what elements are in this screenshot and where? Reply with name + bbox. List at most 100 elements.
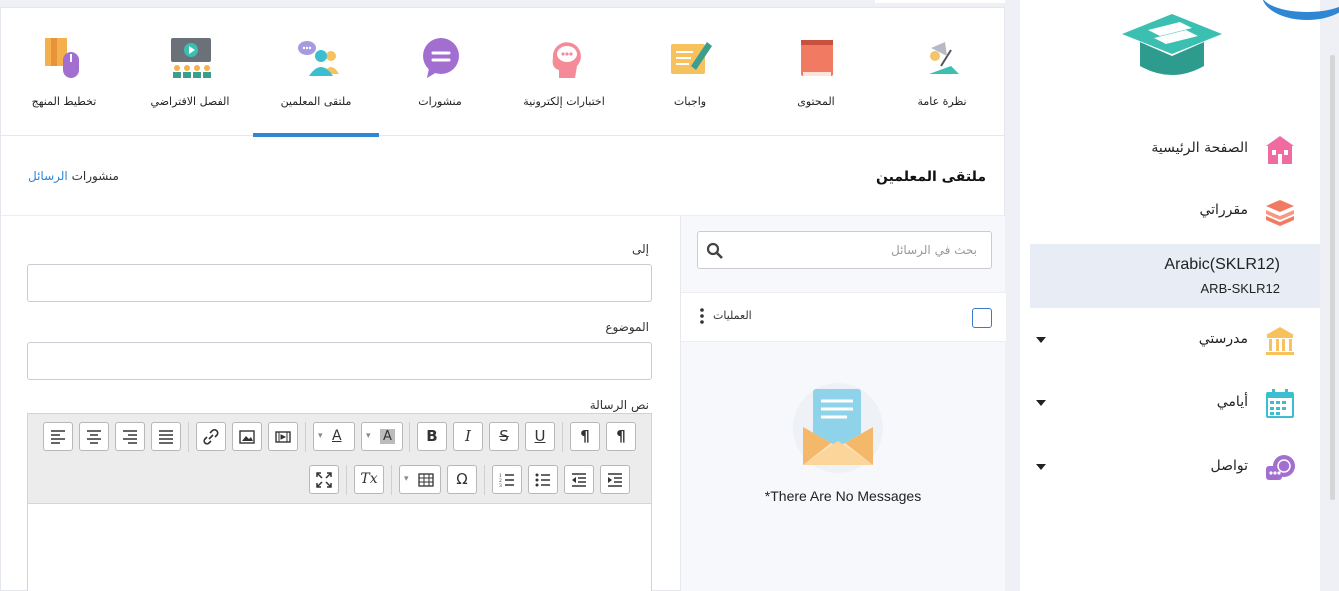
search-icon [706, 242, 723, 259]
tab-label: اختبارات إلكترونية [523, 95, 605, 108]
tab-e-tests[interactable]: اختبارات إلكترونية [501, 8, 627, 136]
chevron-down-icon [1036, 337, 1046, 343]
section-links: منشورات الرسائل [22, 169, 119, 183]
main-panel: نظرة عامة المحتوى واجبات اختبارات إلكترو… [0, 7, 1006, 591]
school-logo[interactable] [1118, 12, 1226, 82]
toolbar-separator [346, 465, 347, 495]
nav-my-school[interactable]: مدرستي [1020, 315, 1320, 365]
text-color-button[interactable]: ▾ A [313, 422, 355, 451]
home-school-icon [1266, 136, 1294, 164]
teachers-group-icon [298, 41, 339, 76]
underline-button[interactable]: U [525, 422, 555, 451]
messages-link[interactable]: الرسائل [28, 169, 68, 183]
more-vertical-icon[interactable] [699, 307, 705, 325]
strikethrough-button[interactable]: S [489, 422, 519, 451]
tab-virtual-class[interactable]: الفصل الافتراضي [127, 8, 253, 136]
fullscreen-button[interactable] [309, 465, 339, 494]
tab-label: المحتوى [797, 95, 835, 108]
editor-toolbar: ▾ A ▾ A B I S U ¶ ¶ Tx ▾ Ω 1 2 3 [28, 414, 651, 504]
film-icon [275, 431, 291, 443]
image-button[interactable] [232, 422, 262, 451]
align-center-icon [87, 430, 101, 444]
dropdown-caret-icon: ▾ [366, 431, 371, 441]
align-justify-button[interactable] [151, 422, 181, 451]
sidebar-scrollbar[interactable] [1330, 55, 1335, 500]
tab-label: ملتقى المعلمين [280, 95, 352, 108]
books-stack-icon [1266, 200, 1294, 226]
posts-link[interactable]: منشورات [72, 169, 119, 183]
to-field[interactable] [27, 264, 652, 302]
outdent-icon [572, 473, 586, 487]
tab-label: تخطيط المنهج [31, 95, 97, 108]
editor-body[interactable] [28, 504, 651, 591]
tab-content[interactable]: المحتوى [753, 8, 879, 136]
head-chat-icon [552, 42, 581, 78]
tab-assignments[interactable]: واجبات [627, 8, 753, 136]
nav-my-days[interactable]: أيامي [1020, 378, 1320, 428]
table-icon [418, 473, 434, 487]
virtual-class-icon [171, 38, 211, 78]
toolbar-separator [484, 465, 485, 495]
chevron-down-icon [1036, 400, 1046, 406]
subject-label: الموضوع [605, 320, 649, 334]
tab-label: الفصل الافتراضي [150, 95, 230, 108]
indent-icon [608, 473, 622, 487]
indent-button[interactable] [600, 465, 630, 494]
align-right-icon [123, 430, 137, 444]
empty-messages-text: *There Are No Messages [764, 488, 922, 504]
fullscreen-icon [316, 472, 332, 488]
page-title: ملتقى المعلمين [876, 169, 986, 185]
nav-communicate[interactable]: تواصل [1020, 442, 1320, 492]
tab-overview[interactable]: نظرة عامة [879, 8, 1005, 136]
toolbar-separator [188, 422, 189, 452]
media-button[interactable] [268, 422, 298, 451]
tab-curriculum-planning[interactable]: تخطيط المنهج [1, 8, 127, 136]
rtl-paragraph-button[interactable]: ¶ [570, 422, 600, 451]
background-color-button[interactable]: ▾ A [361, 422, 403, 451]
special-char-button[interactable]: Ω [447, 465, 477, 494]
tab-posts[interactable]: منشورات [377, 8, 503, 136]
course-tabs: نظرة عامة المحتوى واجبات اختبارات إلكترو… [1, 8, 1005, 137]
operations-label: العمليات [713, 309, 752, 322]
nav-home[interactable]: الصفحة الرئيسية [1020, 124, 1320, 174]
link-button[interactable] [196, 422, 226, 451]
top-strip [875, 0, 1005, 3]
align-right-button[interactable] [115, 422, 145, 451]
dropdown-caret-icon: ▾ [318, 431, 323, 441]
tab-label: منشورات [418, 95, 462, 108]
lamp-icon [929, 42, 959, 74]
toolbar-separator [391, 465, 392, 495]
toolbar-separator [409, 422, 410, 452]
align-left-button[interactable] [43, 422, 73, 451]
bullet-list-button[interactable] [528, 465, 558, 494]
outdent-button[interactable] [564, 465, 594, 494]
compose-form: إلى الموضوع نص الرسالة ▾ A ▾ A B I S U ¶… [1, 216, 679, 591]
nav-label: مدرستي [1198, 331, 1248, 347]
bullet-list-icon [535, 473, 550, 487]
clear-format-button[interactable]: Tx [354, 465, 384, 494]
toolbar-separator [562, 422, 563, 452]
nav-my-courses[interactable]: مقرراتي [1020, 186, 1320, 236]
italic-button[interactable]: I [453, 422, 483, 451]
align-justify-icon [159, 430, 173, 444]
tab-teachers-forum[interactable]: ملتقى المعلمين [253, 8, 379, 137]
align-center-button[interactable] [79, 422, 109, 451]
image-icon [239, 430, 255, 444]
ordered-list-button[interactable]: 123 [492, 465, 522, 494]
subject-field[interactable] [27, 342, 652, 380]
pen-paper-icon [671, 42, 712, 74]
body-label: نص الرسالة [589, 398, 649, 412]
highlight-color-icon: A [380, 429, 395, 444]
bold-button[interactable]: B [417, 422, 447, 451]
tab-label: واجبات [673, 95, 707, 108]
select-all-checkbox[interactable] [972, 308, 992, 328]
book-icon [801, 40, 833, 76]
operations-bar: العمليات [681, 292, 1006, 342]
sidebar: الصفحة الرئيسية مقرراتي Arabic(SKLR12) A… [1020, 0, 1320, 591]
ltr-paragraph-button[interactable]: ¶ [606, 422, 636, 451]
link-icon [203, 429, 219, 445]
table-button[interactable]: ▾ [399, 465, 441, 494]
speech-bubble-icon [423, 38, 459, 78]
message-search-input[interactable]: بحث في الرسائل [697, 231, 992, 269]
current-course[interactable]: Arabic(SKLR12) ARB-SKLR12 [1030, 244, 1320, 308]
